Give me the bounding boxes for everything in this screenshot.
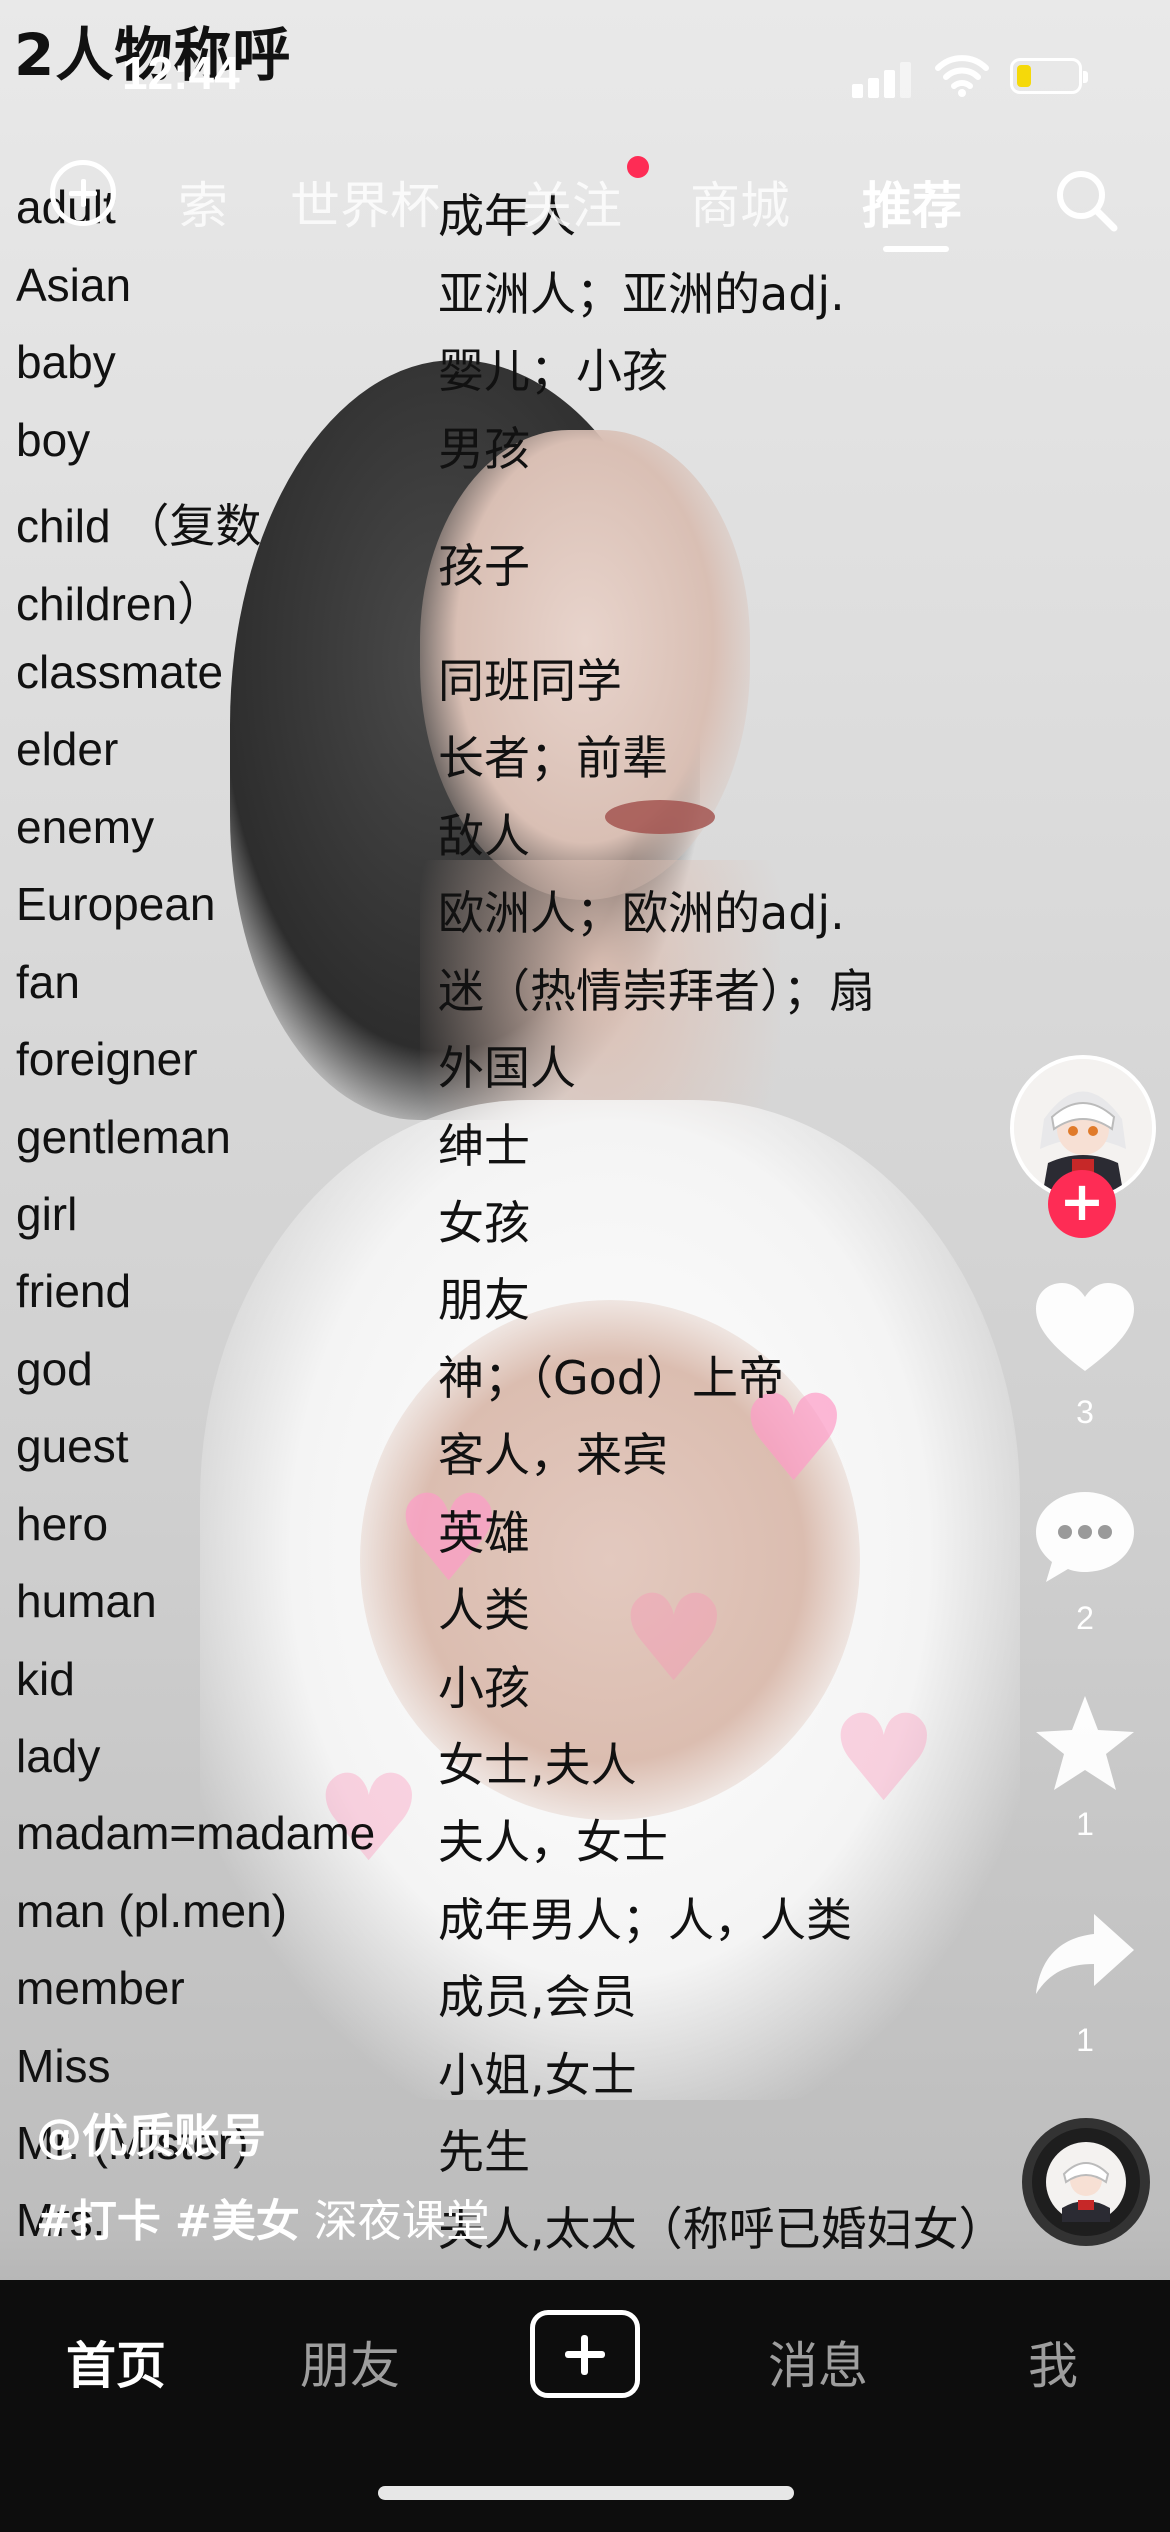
vocab-chinese: 成年男人；人，人类 — [438, 1893, 852, 1947]
vocab-english: Miss — [16, 2040, 111, 2092]
vocab-english: boy — [16, 414, 91, 466]
vocab-chinese: 男孩 — [438, 422, 530, 476]
search-icon[interactable] — [1052, 166, 1122, 236]
active-tab-indicator — [883, 246, 949, 252]
vocab-english: European — [16, 878, 216, 930]
vocab-english: baby — [16, 336, 116, 388]
vocab-english: fan — [16, 956, 80, 1008]
vocab-english: lady — [16, 1730, 101, 1782]
vocab-chinese: 亚洲人；亚洲的adj. — [438, 267, 845, 321]
music-disc[interactable] — [1022, 2118, 1150, 2246]
vocab-chinese: 夫人，女士 — [438, 1815, 668, 1869]
tab-world-cup[interactable]: 世界杯 — [290, 166, 440, 238]
post-text: 深夜课堂 — [313, 2196, 490, 2247]
add-plus-icon[interactable] — [50, 160, 116, 226]
vocab-chinese: 孩子 — [438, 539, 530, 593]
battery-level — [1017, 65, 1031, 87]
vocab-chinese: 敌人 — [438, 809, 530, 863]
vocab-chinese: 朋友 — [438, 1273, 530, 1327]
vocab-english: god — [16, 1343, 93, 1395]
vocab-english: madam=madame — [16, 1807, 376, 1859]
home-indicator — [378, 2486, 794, 2500]
vocab-chinese: 迷（热情崇拜者）；扇 — [438, 964, 875, 1018]
nav-messages[interactable]: 消息 — [768, 2326, 868, 2398]
video-feed-screen[interactable]: ♥ ♥ ♥ ♥ ♥ 2人物称呼 adult 成年人 Asian 亚洲人；亚洲的adj.… — [0, 0, 1170, 2532]
follow-button[interactable]: + — [1048, 1170, 1116, 1238]
nav-me[interactable]: 我 — [1028, 2326, 1078, 2398]
music-disc-avatar-icon — [1046, 2142, 1126, 2222]
tab-recommended[interactable]: 推荐 — [862, 166, 962, 238]
vocab-chinese: 客人，来宾 — [438, 1428, 668, 1482]
vocab-chinese: 英雄 — [438, 1506, 530, 1560]
comment-icon[interactable] — [1030, 1482, 1140, 1592]
vocab-chinese: 外国人 — [438, 1041, 576, 1095]
vocab-english: hero — [16, 1498, 109, 1550]
status-time: 12:44 — [122, 47, 240, 99]
vocab-chinese: 女孩 — [438, 1196, 530, 1250]
vocab-chinese: 人类 — [438, 1583, 530, 1637]
vocab-english: gentleman — [16, 1111, 231, 1163]
battery-icon — [1010, 58, 1088, 94]
video-figure-lips — [605, 800, 715, 834]
hashtag[interactable]: #美女 — [175, 2196, 300, 2247]
share-count: 1 — [1076, 2022, 1094, 2058]
nav-home[interactable]: 首页 — [66, 2326, 166, 2398]
vocab-english: human — [16, 1575, 157, 1627]
vocab-english: child （复数 — [16, 500, 262, 552]
create-post-button[interactable] — [530, 2310, 640, 2398]
vocab-english: classmate — [16, 646, 224, 698]
vocab-english: girl — [16, 1188, 78, 1240]
like-heart-icon[interactable] — [1030, 1275, 1140, 1385]
vocab-chinese: 女士,夫人 — [438, 1738, 637, 1792]
tab-mall[interactable]: 商城 — [690, 166, 790, 238]
nav-friends[interactable]: 朋友 — [300, 2326, 400, 2398]
vocab-chinese: 绅士 — [438, 1119, 530, 1173]
vocab-english: children） — [16, 578, 224, 630]
heart-decoration-icon: ♥ — [620, 1570, 728, 1709]
vocab-chinese: 成员,会员 — [438, 1970, 637, 2024]
vocab-chinese: 长者；前辈 — [438, 731, 668, 785]
comment-count: 2 — [1076, 1600, 1094, 1636]
vocab-chinese: 先生 — [438, 2125, 530, 2179]
vocab-english: enemy — [16, 801, 155, 853]
cellular-signal-icon — [852, 58, 914, 98]
notification-dot — [627, 156, 649, 178]
vocab-chinese: 小姐,女士 — [438, 2048, 637, 2102]
vocab-chinese: 同班同学 — [438, 654, 622, 708]
wifi-icon — [935, 55, 989, 97]
favorite-star-icon[interactable] — [1030, 1690, 1140, 1800]
vocab-chinese: 婴儿；小孩 — [438, 344, 668, 398]
author-name[interactable]: @优质账号 — [36, 2100, 266, 2166]
vocab-chinese: 小孩 — [438, 1661, 530, 1715]
vocab-english: Asian — [16, 259, 132, 311]
vocab-english: guest — [16, 1420, 129, 1472]
share-arrow-icon[interactable] — [1030, 1900, 1140, 2010]
vocab-english: friend — [16, 1265, 132, 1317]
vocab-english: foreigner — [16, 1033, 198, 1085]
vocab-chinese: 神；（God）上帝 — [438, 1351, 784, 1405]
vocab-chinese: 欧洲人；欧洲的adj. — [438, 886, 845, 940]
hashtag[interactable]: #打卡 — [36, 2196, 161, 2247]
vocab-chinese: 夫人,太太（称呼已婚妇女） — [438, 2202, 1005, 2256]
tab-following[interactable]: 关注 — [522, 166, 622, 238]
tab-partial[interactable]: 索 — [178, 166, 228, 238]
vocab-english: member — [16, 1962, 185, 2014]
vocab-english: man (pl.men) — [16, 1885, 287, 1937]
vocab-english: kid — [16, 1653, 75, 1705]
favorite-count: 1 — [1076, 1806, 1094, 1842]
like-count: 3 — [1076, 1394, 1094, 1430]
vocab-english: elder — [16, 723, 119, 775]
heart-decoration-icon: ♥ — [830, 1690, 938, 1829]
post-description: #打卡 #美女 深夜课堂 — [36, 2185, 490, 2249]
